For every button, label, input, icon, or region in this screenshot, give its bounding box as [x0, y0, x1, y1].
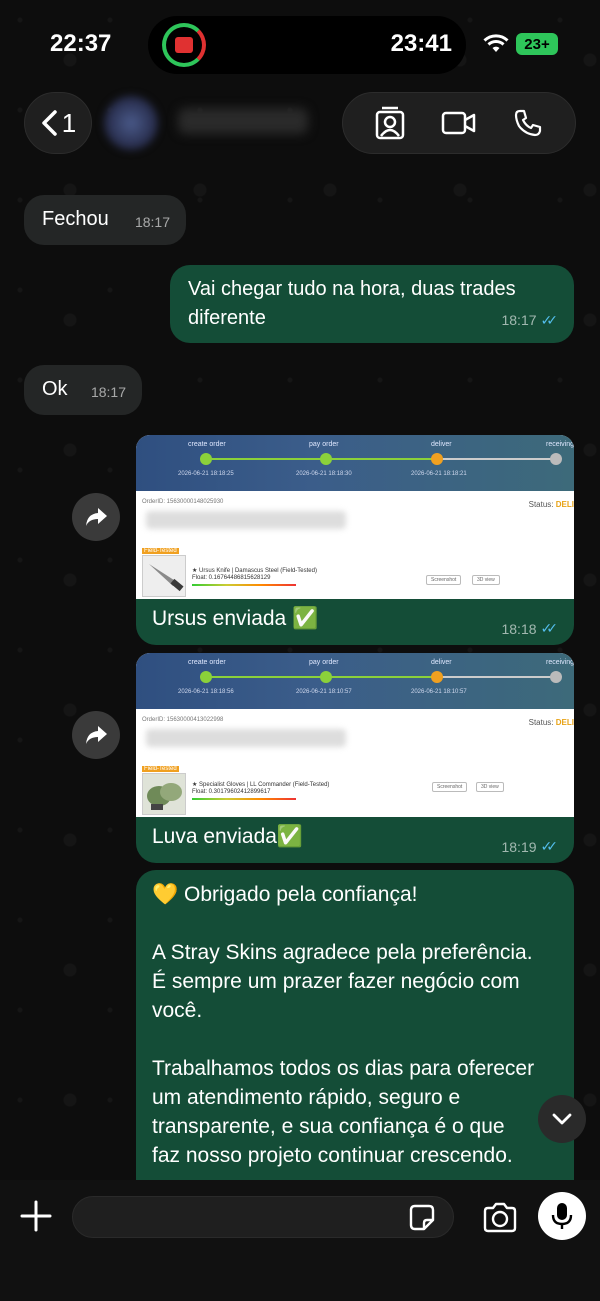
step-done-icon [320, 671, 332, 683]
order-status: Status: DELI [528, 500, 574, 509]
step-date: 2026-06-21 18:18:25 [178, 471, 234, 477]
redacted-info [146, 729, 346, 747]
gloves-thumbnail [142, 773, 186, 815]
voice-call-button[interactable] [508, 103, 548, 143]
message-time: 18:18 ✓✓ [501, 620, 558, 637]
step-date: 2026-06-21 18:10:57 [411, 689, 467, 695]
screenshot-button: Screenshot [426, 575, 462, 585]
item-float: Float: 0.16764486815628129 [192, 575, 271, 581]
3d-view-button: 3D view [472, 575, 500, 585]
scroll-to-bottom-button[interactable] [538, 1095, 586, 1143]
avatar[interactable] [104, 96, 158, 150]
step-done-icon [200, 453, 212, 465]
step-label: receiving [546, 441, 574, 448]
item-name: ★ Ursus Knife | Damascus Steel (Field-Te… [192, 568, 317, 574]
order-details: OrderID: 15630000413022998 Status: DELI … [136, 709, 574, 817]
phone-icon [515, 109, 542, 137]
screenshot-button: Screenshot [432, 782, 468, 792]
order-progress-band: create order pay order deliver receiving… [136, 435, 574, 491]
image-caption-bubble[interactable]: Ursus enviada ✅ 18:18 ✓✓ [136, 599, 574, 645]
image-caption: Ursus enviada ✅ [152, 607, 319, 630]
message-time: 18:17 [134, 214, 170, 230]
forward-button[interactable] [72, 711, 120, 759]
message-time: 18:19 ✓✓ [501, 838, 558, 855]
step-done-icon [320, 453, 332, 465]
dynamic-island[interactable]: 23:41 [148, 16, 466, 74]
order-status: Status: DELI [528, 718, 574, 727]
read-receipt-icon: ✓✓ [540, 620, 559, 636]
read-receipt-icon: ✓✓ [540, 312, 559, 328]
step-date: 2026-06-21 18:18:30 [296, 471, 352, 477]
header-actions [342, 92, 576, 154]
read-receipt-icon: ✓✓ [540, 838, 559, 854]
step-current-icon [431, 453, 443, 465]
step-date: 2026-06-21 18:18:21 [411, 471, 467, 477]
chevron-down-icon [552, 1113, 572, 1125]
order-progress-band: create order pay order deliver receiving… [136, 653, 574, 709]
step-pending-icon [550, 671, 562, 683]
order-screenshot-image[interactable]: create order pay order deliver receiving… [136, 435, 574, 599]
item-name: ★ Specialist Gloves | LL Commander (Fiel… [192, 782, 330, 788]
island-time: 23:41 [390, 30, 452, 57]
step-label: create order [188, 441, 226, 448]
step-label: receiving [546, 659, 574, 666]
contact-header[interactable] [100, 92, 320, 154]
item-tag: Field-Tested [142, 548, 179, 554]
microphone-icon [551, 1203, 573, 1229]
forward-button[interactable] [72, 493, 120, 541]
wifi-icon [483, 34, 509, 52]
sticker-icon[interactable] [406, 1202, 438, 1234]
message-text: Vai chegar tudo na hora, duas trades dif… [188, 278, 516, 329]
order-id: OrderID: 15630000413022998 [142, 717, 224, 723]
contact-card-icon [375, 106, 404, 140]
step-label: create order [188, 659, 226, 666]
order-id: OrderID: 15630000148025930 [142, 499, 224, 505]
camera-icon[interactable] [480, 1198, 520, 1238]
step-label: deliver [431, 659, 452, 666]
step-date: 2026-06-21 18:10:57 [296, 689, 352, 695]
step-label: pay order [309, 441, 339, 448]
status-bar: 22:37 23:41 23+ [0, 0, 600, 90]
step-done-icon [200, 671, 212, 683]
chevron-left-icon [42, 110, 57, 136]
battery-indicator: 23+ [516, 33, 558, 55]
order-details: OrderID: 15630000148025930 Status: DELI … [136, 491, 574, 599]
incoming-message[interactable]: Fechou 18:17 [24, 195, 186, 245]
status-time: 22:37 [50, 30, 112, 57]
forward-arrow-icon [86, 726, 107, 744]
message-time: 18:17 [90, 384, 126, 400]
step-current-icon [431, 671, 443, 683]
step-pending-icon [550, 453, 562, 465]
step-date: 2026-06-21 18:18:56 [178, 689, 234, 695]
message-text: 💛 Obrigado pela confiança! A Stray Skins… [152, 883, 535, 1167]
unread-count: 1 [61, 107, 77, 138]
message-time: 18:17 ✓✓ [501, 306, 558, 335]
video-call-button[interactable] [439, 103, 479, 143]
knife-thumbnail [142, 555, 186, 597]
3d-view-button: 3D view [476, 782, 504, 792]
image-caption-bubble[interactable]: Luva enviada✅ 18:19 ✓✓ [136, 817, 574, 863]
redacted-info [146, 511, 346, 529]
step-label: deliver [431, 441, 452, 448]
microphone-button[interactable] [538, 1192, 586, 1240]
incoming-message[interactable]: Ok 18:17 [24, 365, 142, 415]
image-caption: Luva enviada✅ [152, 825, 304, 848]
forward-arrow-icon [86, 508, 107, 526]
order-screenshot-image[interactable]: create order pay order deliver receiving… [136, 653, 574, 817]
message-text: Fechou [42, 208, 109, 230]
message-composer [0, 1180, 600, 1301]
item-tag: Field-Tested [142, 766, 179, 772]
back-button[interactable]: 1 [24, 92, 92, 154]
activity-ring-icon [162, 23, 206, 67]
message-text: Ok [42, 378, 68, 400]
item-float: Float: 0.30179602412899617 [192, 789, 271, 795]
contact-card-button[interactable] [370, 103, 410, 143]
outgoing-message[interactable]: 💛 Obrigado pela confiança! A Stray Skins… [136, 870, 574, 1200]
contact-name-redacted [178, 108, 308, 134]
message-input[interactable] [72, 1196, 454, 1238]
plus-icon[interactable] [16, 1196, 56, 1236]
video-camera-icon [441, 111, 476, 135]
step-label: pay order [309, 659, 339, 666]
outgoing-message[interactable]: Vai chegar tudo na hora, duas trades dif… [170, 265, 574, 343]
